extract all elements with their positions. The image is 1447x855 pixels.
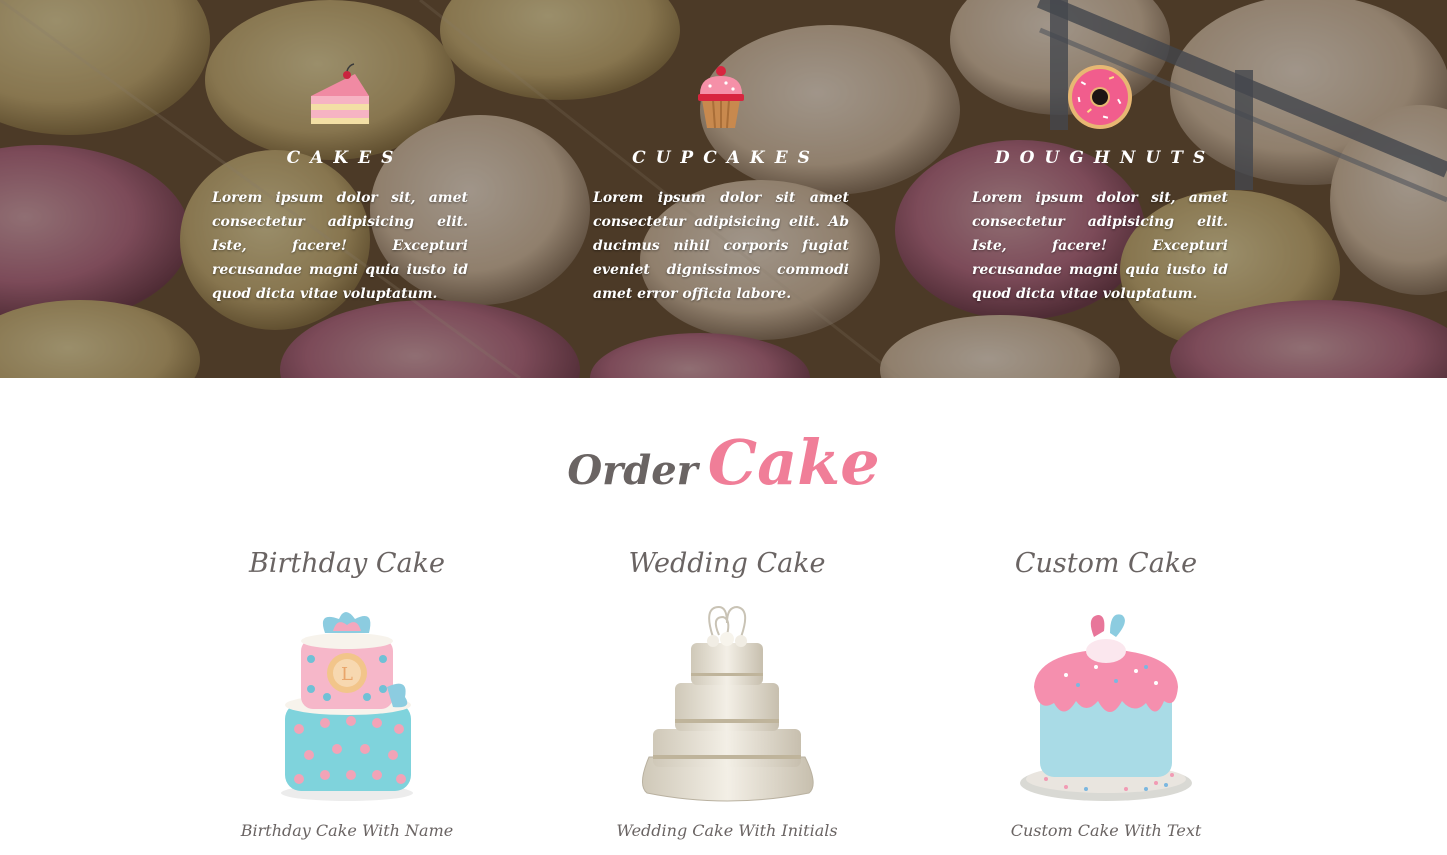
feature-title: CUPCAKES [632, 148, 820, 168]
product-caption: Birthday Cake With Name [240, 821, 454, 840]
feature-doughnuts: DOUGHNUTS Lorem ipsum dolor sit, amet co… [972, 62, 1228, 306]
feature-cakes: CAKES Lorem ipsum dolor sit, amet consec… [212, 62, 468, 306]
product-custom-cake[interactable]: Custom Cake Custom Cake With Text [946, 548, 1266, 840]
feature-description: Lorem ipsum dolor sit, amet consectetur … [212, 190, 468, 302]
custom-cake-image[interactable] [1006, 597, 1206, 803]
doughnut-icon [1068, 65, 1132, 129]
wedding-cake-image[interactable] [627, 597, 827, 803]
order-heading-word: Order [567, 447, 698, 494]
hero-section: CAKES Lorem ipsum dolor sit, amet consec… [0, 0, 1447, 378]
product-birthday-cake[interactable]: Birthday Cake L Birthday Cake With Name [187, 548, 507, 840]
product-wedding-cake[interactable]: Wedding Cake Wedding Cake With Initials [567, 548, 887, 840]
product-title[interactable]: Birthday Cake [187, 548, 507, 579]
svg-text:L: L [341, 664, 353, 685]
cupcake-icon [698, 66, 744, 129]
feature-title: CAKES [286, 148, 404, 168]
product-title[interactable]: Custom Cake [946, 548, 1266, 579]
feature-description: Lorem ipsum dolor sit, amet consectetur … [972, 190, 1228, 302]
product-caption: Custom Cake With Text [1010, 821, 1202, 840]
order-cake-heading: Order Cake [0, 426, 1447, 499]
feature-title: DOUGHNUTS [994, 148, 1216, 168]
birthday-cake-image[interactable]: L [247, 597, 447, 803]
cake-heading-word: Cake [707, 426, 880, 499]
feature-cupcakes: CUPCAKES Lorem ipsum dolor sit amet cons… [593, 62, 849, 306]
feature-description: Lorem ipsum dolor sit amet consectetur a… [593, 190, 849, 302]
product-caption: Wedding Cake With Initials [616, 821, 838, 840]
cake-slice-icon [311, 63, 369, 124]
product-title[interactable]: Wedding Cake [567, 548, 887, 579]
